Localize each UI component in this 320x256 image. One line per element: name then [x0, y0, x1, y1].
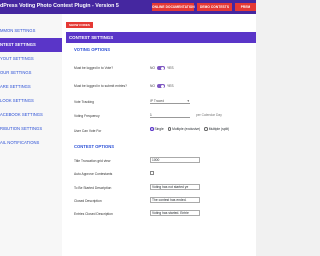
vote-tracking-label: Vote Tracking	[74, 100, 94, 104]
sidebar-item-layout-settings[interactable]: YOUT SETTINGS	[0, 52, 62, 66]
closed-description-label: Closed Description	[74, 199, 102, 203]
toggle-off-label: NO	[150, 84, 155, 88]
sidebar-item-email-notifications[interactable]: AIL NOTIFICATIONS	[0, 136, 62, 150]
radio-dot-icon	[204, 127, 208, 131]
must-login-vote-label: Must be logged in to Vote?	[74, 66, 114, 70]
voting-frequency-label: Voting Frequency	[74, 114, 100, 118]
user-can-vote-label: User Can Vote For	[74, 129, 102, 133]
closed-description-input[interactable]: The contest has ended.	[150, 197, 200, 203]
toggle-switch[interactable]	[156, 84, 165, 88]
online-documentation-button[interactable]: ONLINE DOCUMENTATION	[152, 3, 195, 11]
entries-closed-input[interactable]: Voting has started. Entrie	[150, 210, 200, 216]
auto-approve-checkbox[interactable]	[150, 171, 154, 175]
vote-tracking-value: IP Traced	[150, 99, 165, 103]
premium-button[interactable]: PREM	[235, 3, 256, 11]
sidebar-item-colour-settings[interactable]: OUR SETTINGS	[0, 66, 62, 80]
must-login-vote-toggle[interactable]: NO YES	[150, 65, 174, 71]
toggle-switch[interactable]	[156, 66, 165, 70]
vote-tracking-select[interactable]: IP Traced ▾	[150, 98, 190, 104]
auto-approve-label: Auto Approve Contestants	[74, 172, 113, 176]
voting-options-title: VOTING OPTIONS	[74, 47, 111, 52]
sidebar-item-share-settings[interactable]: ARE SETTINGS	[0, 80, 62, 94]
section-title: CONTEST SETTINGS	[66, 32, 256, 43]
main-panel: SHOW CODES CONTEST SETTINGS VOTING OPTIO…	[62, 14, 256, 256]
sidebar-item-contribution-settings[interactable]: RIBUTION SETTINGS	[0, 122, 62, 136]
user-can-vote-radios: Single Multiple (exclusive) Multiple (sp…	[150, 127, 229, 131]
radio-multiple-exclusive[interactable]: Multiple (exclusive)	[167, 127, 201, 131]
contest-options-title: CONTEST OPTIONS	[74, 144, 115, 149]
radio-label: Single	[154, 127, 164, 131]
voting-frequency-unit: per Calendar Day	[196, 113, 222, 117]
sidebar-item-common-settings[interactable]: MMON SETTINGS	[0, 24, 62, 38]
show-codes-button[interactable]: SHOW CODES	[66, 22, 93, 28]
to-be-started-label: To Be Started Description	[74, 186, 112, 190]
radio-single[interactable]: Single	[150, 127, 164, 131]
radio-dot-icon	[167, 127, 172, 131]
sidebar-item-facebook-settings[interactable]: ACEBOOK SETTINGS	[0, 108, 62, 122]
title-truncation-input[interactable]: 1000	[150, 157, 200, 163]
voting-frequency-input[interactable]: 1	[150, 112, 190, 118]
radio-label: Multiple (split)	[208, 127, 230, 131]
header-bar: dPress Voting Photo Contest Plugin - Ver…	[0, 0, 256, 14]
settings-sidebar: MMON SETTINGS NTEST SETTINGS YOUT SETTIN…	[0, 14, 62, 256]
sidebar-item-lightbox-settings[interactable]: LOOK SETTINGS	[0, 94, 62, 108]
title-truncation-label: Title Truncation grid view	[74, 159, 111, 163]
must-login-submit-label: Must be logged in to submit entries?	[74, 84, 127, 88]
must-login-submit-toggle[interactable]: NO YES	[150, 83, 174, 89]
entries-closed-label: Entries Closed Description	[74, 212, 113, 216]
toggle-on-label: YES	[166, 66, 174, 70]
radio-label: Multiple (exclusive)	[172, 127, 201, 131]
demo-contests-button[interactable]: DEMO CONTESTS	[197, 3, 232, 11]
to-be-started-input[interactable]: Voting has not started ye	[150, 184, 200, 190]
radio-dot-icon	[150, 127, 154, 131]
chevron-down-icon: ▾	[187, 99, 189, 103]
toggle-on-label: YES	[166, 84, 174, 88]
app-title: dPress Voting Photo Contest Plugin - Ver…	[0, 3, 119, 9]
toggle-off-label: NO	[150, 66, 155, 70]
radio-multiple-split[interactable]: Multiple (split)	[204, 127, 229, 131]
sidebar-item-contest-settings[interactable]: NTEST SETTINGS	[0, 38, 62, 52]
